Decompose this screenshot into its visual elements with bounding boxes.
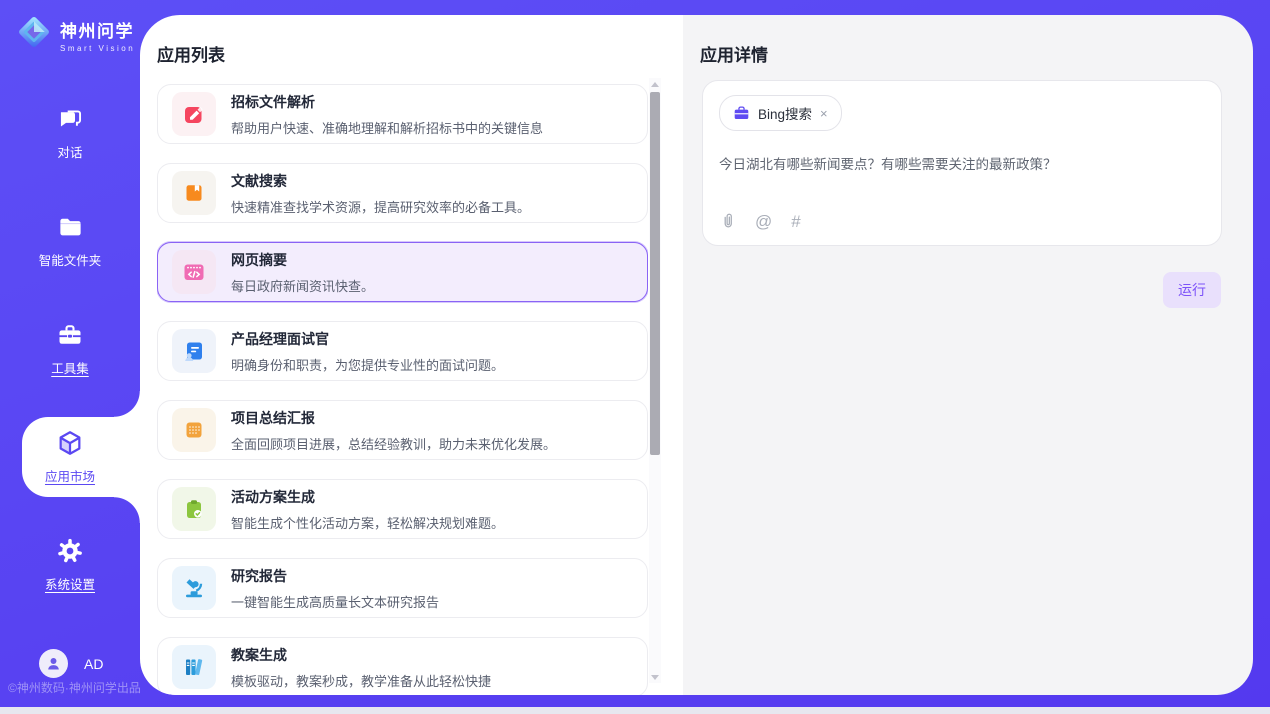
chat-icon (56, 105, 84, 133)
brand-logo: 神州问学 Smart Vision (15, 13, 135, 56)
sidebar-item-settings[interactable]: 系统设置 (0, 530, 140, 600)
research-report-icon (172, 566, 216, 610)
sidebar-item-app-market[interactable]: 应用市场 (0, 422, 140, 492)
close-icon[interactable]: × (820, 107, 828, 120)
app-card-literature-search[interactable]: 文献搜索 快速精准查找学术资源，提高研究效率的必备工具。 (157, 163, 648, 223)
app-desc: 快速精准查找学术资源，提高研究效率的必备工具。 (231, 197, 530, 216)
brand-subtitle: Smart Vision (60, 44, 135, 53)
app-card-webpage-summary[interactable]: 网页摘要 每日政府新闻资讯快查。 (157, 242, 648, 302)
app-name: 网页摘要 (231, 250, 374, 270)
briefcase-icon (733, 105, 750, 122)
content-area: 应用列表 招标文件解析 帮助用户快速、准确地理解和解析招标书中的关键信息 (140, 15, 1253, 695)
sidebar-item-label: 系统设置 (45, 574, 95, 593)
sidebar: 神州问学 Smart Vision 对话 (0, 0, 140, 707)
app-card-pm-interviewer[interactable]: 产品经理面试官 明确身份和职责，为您提供专业性的面试问题。 (157, 321, 648, 381)
app-name: 活动方案生成 (231, 487, 504, 507)
sidebar-item-toolset[interactable]: 工具集 (0, 314, 140, 384)
literature-search-icon (172, 171, 216, 215)
bottom-strip (0, 707, 1270, 714)
hashtag-icon[interactable]: # (791, 213, 800, 230)
app-desc: 模板驱动，教案秒成，教学准备从此轻松快捷 (231, 671, 491, 690)
app-desc: 智能生成个性化活动方案，轻松解决规划难题。 (231, 513, 504, 532)
app-name: 研究报告 (231, 566, 439, 586)
lesson-plan-icon (172, 645, 216, 689)
diamond-logo-icon (15, 13, 53, 56)
tool-tag-label: Bing搜索 (758, 103, 812, 123)
brand-name: 神州问学 (60, 17, 135, 42)
app-card-event-plan[interactable]: 活动方案生成 智能生成个性化活动方案，轻松解决规划难题。 (157, 479, 648, 539)
scroll-down-arrow-icon[interactable] (649, 671, 661, 683)
query-input[interactable]: 今日湖北有哪些新闻要点？有哪些需要关注的最新政策？ (719, 153, 1205, 173)
user-initials: AD (84, 656, 103, 672)
app-name: 项目总结汇报 (231, 408, 556, 428)
project-summary-icon (172, 408, 216, 452)
app-desc: 全面回顾项目进展，总结经验教训，助力未来优化发展。 (231, 434, 556, 453)
query-card[interactable]: Bing搜索 × 今日湖北有哪些新闻要点？有哪些需要关注的最新政策？ @ # (702, 80, 1222, 246)
tender-parse-icon (172, 92, 216, 136)
app-desc: 明确身份和职责，为您提供专业性的面试问题。 (231, 355, 504, 374)
attach-toolbar: @ # (720, 212, 801, 230)
user-account[interactable]: AD (39, 649, 103, 678)
run-button[interactable]: 运行 (1163, 272, 1221, 308)
app-name: 文献搜索 (231, 171, 530, 191)
sidebar-item-chat[interactable]: 对话 (0, 98, 140, 168)
pm-interviewer-icon (172, 329, 216, 373)
gear-icon (56, 537, 84, 565)
app-detail-title: 应用详情 (683, 15, 1253, 66)
sidebar-item-label: 对话 (57, 142, 82, 161)
paperclip-icon[interactable] (720, 212, 736, 230)
app-desc: 一键智能生成高质量长文本研究报告 (231, 592, 439, 611)
app-card-tender-parse[interactable]: 招标文件解析 帮助用户快速、准确地理解和解析招标书中的关键信息 (157, 84, 648, 144)
webpage-summary-icon (172, 250, 216, 294)
sidebar-nav: 对话 智能文件夹 (0, 98, 140, 638)
app-name: 招标文件解析 (231, 92, 543, 112)
sidebar-item-smart-folder[interactable]: 智能文件夹 (0, 206, 140, 276)
mention-icon[interactable]: @ (755, 213, 772, 230)
sidebar-item-label: 工具集 (51, 358, 89, 377)
run-row: 运行 (683, 272, 1221, 308)
app-list-title: 应用列表 (140, 15, 683, 66)
app-card-project-summary[interactable]: 项目总结汇报 全面回顾项目进展，总结经验教训，助力未来优化发展。 (157, 400, 648, 460)
avatar (39, 649, 68, 678)
app-list-scrollbar[interactable] (649, 78, 661, 683)
sidebar-item-label: 应用市场 (45, 466, 95, 485)
app-list: 招标文件解析 帮助用户快速、准确地理解和解析招标书中的关键信息 文献搜索 快速精… (157, 84, 648, 695)
event-plan-icon (172, 487, 216, 531)
sidebar-item-label: 智能文件夹 (39, 250, 102, 269)
app-list-panel: 应用列表 招标文件解析 帮助用户快速、准确地理解和解析招标书中的关键信息 (140, 15, 683, 695)
app-desc: 每日政府新闻资讯快查。 (231, 276, 374, 295)
app-desc: 帮助用户快速、准确地理解和解析招标书中的关键信息 (231, 118, 543, 137)
tool-tag-bing-search[interactable]: Bing搜索 × (719, 95, 842, 131)
folder-icon (56, 213, 84, 241)
app-detail-panel: 应用详情 Bing搜索 × 今日湖北有哪些新闻要点？有哪些需要关注的最新政策？ (683, 15, 1253, 695)
app-name: 产品经理面试官 (231, 329, 504, 349)
cube-icon (56, 429, 84, 457)
app-card-research-report[interactable]: 研究报告 一键智能生成高质量长文本研究报告 (157, 558, 648, 618)
app-frame: 神州问学 Smart Vision 对话 (0, 0, 1270, 707)
app-card-lesson-plan[interactable]: 教案生成 模板驱动，教案秒成，教学准备从此轻松快捷 (157, 637, 648, 695)
scrollbar-thumb[interactable] (650, 92, 660, 455)
scroll-up-arrow-icon[interactable] (649, 78, 661, 90)
copyright-text: ©神州数码·神州问学出品 (8, 679, 141, 696)
toolbox-icon (56, 321, 84, 349)
app-name: 教案生成 (231, 645, 491, 665)
